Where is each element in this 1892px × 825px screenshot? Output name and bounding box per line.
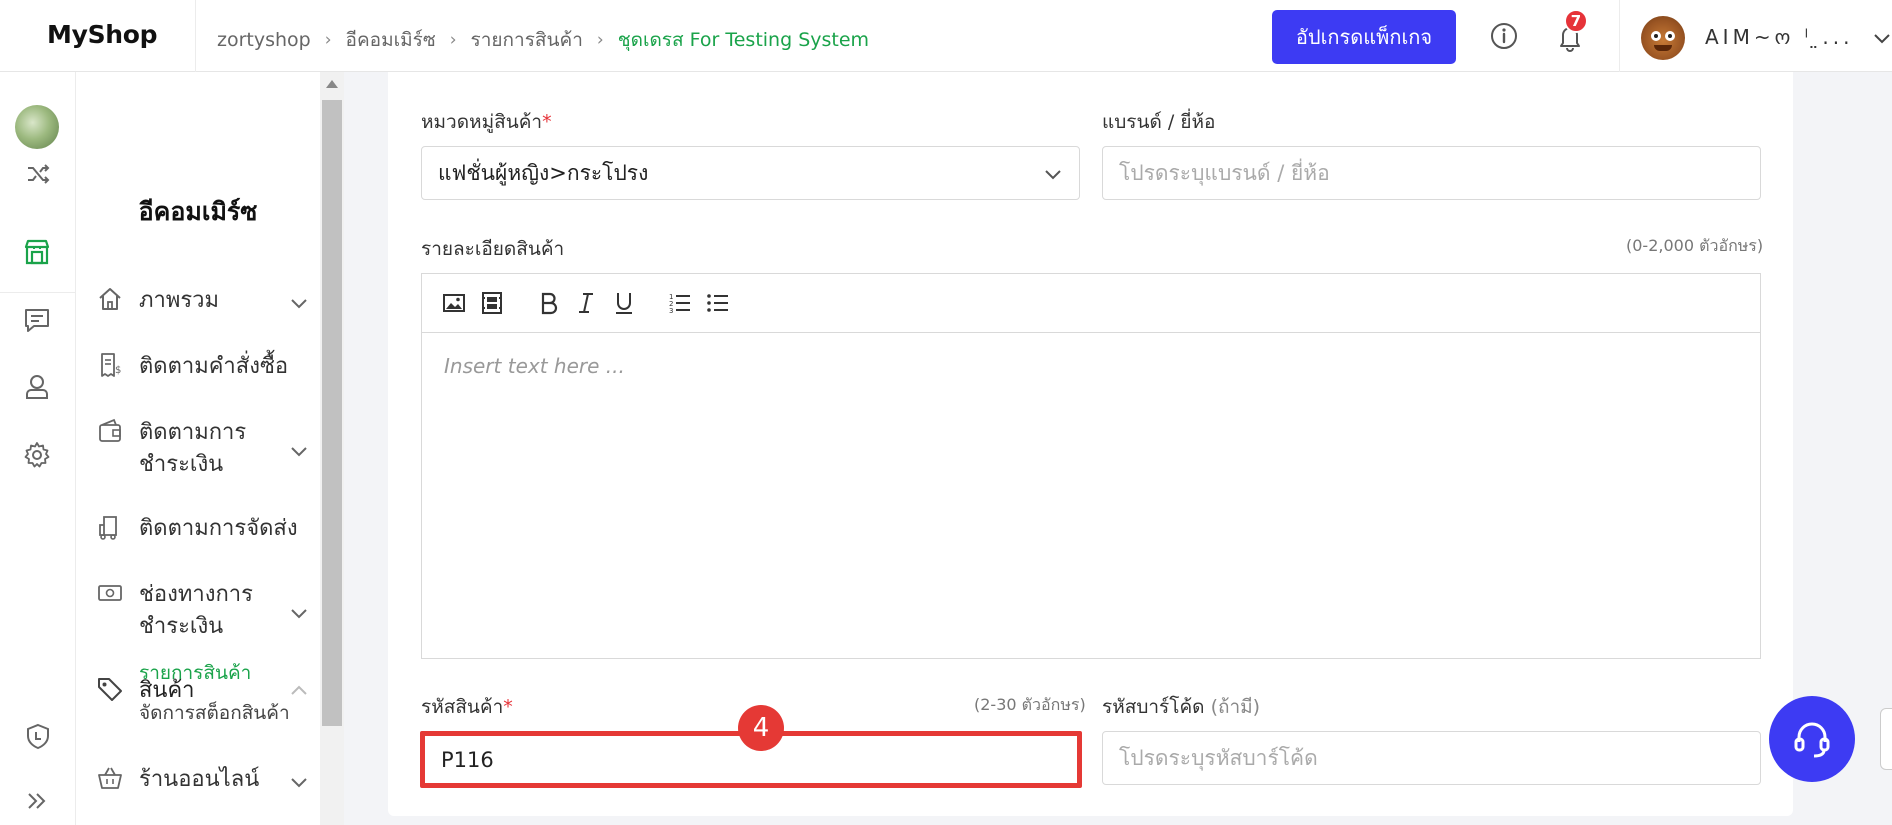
description-label: รายละเอียดสินค้า (421, 238, 565, 260)
sidebar-subitem-product-list[interactable]: รายการสินค้า (139, 658, 251, 688)
step-number-badge: 4 (738, 705, 784, 751)
chevron-down-icon[interactable] (1872, 28, 1892, 48)
category-select[interactable]: แฟชั่นผู้หญิง>กระโปรง (421, 146, 1080, 200)
svg-text:3: 3 (669, 307, 673, 315)
sidebar-item-shipping-tracking[interactable]: ติดตามการจัดส่ง (96, 513, 306, 547)
shuffle-icon[interactable] (24, 160, 52, 188)
divider (1619, 0, 1620, 72)
insert-video-icon[interactable] (479, 290, 505, 316)
description-editor[interactable]: 1 2 3 Insert text here ... (421, 273, 1761, 659)
sidebar-item-label: ติดตามคำสั่งซื้อ (139, 354, 289, 379)
barcode-placeholder: โปรดระบุรหัสบาร์โค้ด (1119, 745, 1318, 770)
nav-panel: อีคอมเมิร์ซ ภาพรวม $ ติดตามคำสั่งซื้อ ติ… (76, 72, 320, 825)
editor-toolbar: 1 2 3 (422, 274, 1760, 333)
breadcrumb-item-products[interactable]: รายการสินค้า (471, 25, 583, 55)
description-length-hint: (0-2,000 ตัวอักษร) (1626, 236, 1764, 255)
chat-icon[interactable] (22, 305, 52, 335)
insert-image-icon[interactable] (441, 290, 467, 316)
sidebar-item-payment-tracking[interactable]: ติดตามการชำระเงิน (96, 417, 307, 483)
expand-sidebar-icon[interactable] (24, 788, 50, 814)
tag-icon (98, 678, 122, 701)
sku-label: รหัสสินค้า* (421, 696, 513, 718)
category-value: แฟชั่นผู้หญิง>กระโปรง (438, 160, 649, 185)
user-avatar[interactable] (1641, 16, 1685, 60)
scroll-up-arrow-icon[interactable] (326, 80, 338, 88)
breadcrumb-chevron-icon: › (449, 30, 457, 50)
sidebar-item-label: ภาพรวม (139, 288, 220, 313)
top-bar: MyShop zortyshop › อีคอมเมิร์ซ › รายการส… (0, 0, 1892, 72)
breadcrumb-chevron-icon: › (324, 30, 332, 50)
sidebar-item-label: ช่องทางการชำระเงิน (139, 582, 253, 639)
category-label: หมวดหมู่สินค้า* (421, 111, 552, 133)
breadcrumb-current: ชุดเดรส For Testing System (617, 29, 870, 51)
sidebar-item-online-store[interactable]: ร้านออนไลน์ (96, 764, 307, 798)
basket-icon (98, 767, 122, 789)
sidebar-item-label: ร้านออนไลน์ (139, 767, 260, 792)
support-chat-button[interactable] (1769, 696, 1855, 782)
brand-placeholder: โปรดระบุแบรนด์ / ยี่ห้อ (1119, 160, 1330, 185)
svg-text:$: $ (115, 365, 121, 376)
side-tab-button[interactable] (1880, 708, 1892, 770)
editor-placeholder: Insert text here ... (444, 354, 625, 378)
breadcrumb-item-shop[interactable]: zortyshop (217, 29, 311, 51)
sidebar-item-label: ติดตามการจัดส่ง (139, 516, 298, 541)
divider (195, 0, 196, 72)
user-icon[interactable] (22, 372, 52, 402)
brand-label: แบรนด์ / ยี่ห้อ (1102, 111, 1216, 133)
receipt-icon: $ (101, 353, 121, 377)
scrollbar-thumb[interactable] (322, 100, 342, 726)
breadcrumb-chevron-icon: › (596, 30, 604, 50)
breadcrumb-item-ecommerce[interactable]: อีคอมเมิร์ซ (346, 25, 436, 55)
breadcrumb: zortyshop › อีคอมเมิร์ซ › รายการสินค้า ›… (217, 25, 869, 55)
sidebar-subitem-stock-management[interactable]: จัดการสต็อกสินค้า (139, 698, 290, 728)
chevron-down-icon (291, 447, 307, 457)
brand-input[interactable]: โปรดระบุแบรนด์ / ยี่ห้อ (1102, 146, 1761, 200)
wallet-icon (99, 418, 121, 442)
divider (0, 292, 76, 293)
gear-icon[interactable] (22, 440, 52, 470)
shop-avatar[interactable] (15, 105, 59, 149)
app-logo[interactable]: MyShop (47, 20, 158, 49)
bold-icon[interactable] (535, 290, 561, 316)
upgrade-package-button[interactable]: อัปเกรดแพ็กเกจ (1272, 10, 1456, 64)
underline-icon[interactable] (611, 290, 637, 316)
bullet-list-icon[interactable] (705, 290, 731, 316)
sidebar-item-label: ติดตามการชำระเงิน (139, 420, 247, 477)
ordered-list-icon[interactable]: 1 2 3 (667, 290, 693, 316)
sku-length-hint: (2-30 ตัวอักษร) (974, 695, 1086, 714)
chevron-down-icon (291, 778, 307, 788)
notification-badge: 7 (1564, 9, 1588, 33)
chevron-up-icon (291, 685, 307, 695)
username[interactable]: AIM~ო ˡ ̤... (1705, 25, 1853, 49)
headset-icon (1794, 722, 1830, 758)
barcode-label: รหัสบาร์โค้ด (ถ้ามี) (1102, 696, 1261, 718)
shield-icon[interactable] (24, 722, 52, 750)
chevron-down-icon (291, 299, 307, 309)
nav-title: อีคอมเมิร์ซ (138, 197, 258, 226)
truck-icon (99, 516, 117, 540)
chevron-down-icon (291, 609, 307, 619)
sidebar-item-payment-channels[interactable]: ช่องทางการชำระเงิน (96, 579, 307, 645)
money-icon (98, 585, 122, 601)
home-icon (99, 288, 121, 310)
chevron-down-icon (1045, 170, 1061, 180)
italic-icon[interactable] (573, 290, 599, 316)
barcode-input[interactable]: โปรดระบุรหัสบาร์โค้ด (1102, 731, 1761, 785)
info-icon[interactable] (1489, 21, 1519, 51)
sidebar-item-order-tracking[interactable]: $ ติดตามคำสั่งซื้อ (96, 351, 306, 385)
store-icon[interactable] (22, 237, 52, 267)
sidebar-item-overview[interactable]: ภาพรวม (96, 285, 307, 319)
